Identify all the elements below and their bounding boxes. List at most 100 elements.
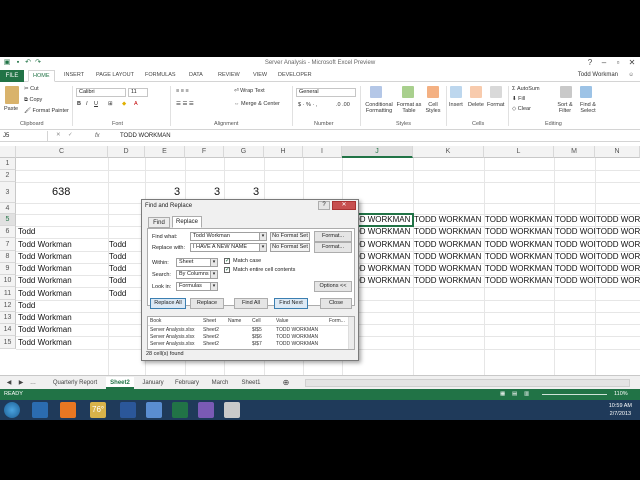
format-painter-button[interactable]: 🖌 Format Painter	[24, 108, 69, 114]
replace-button[interactable]: Replace	[190, 298, 224, 309]
app-icon[interactable]	[146, 402, 162, 418]
prev-sheet-icon[interactable]: ◀	[4, 377, 14, 389]
search-select[interactable]: By Columns ▾	[176, 270, 218, 279]
cell-g3[interactable]: 3	[253, 186, 259, 198]
row-header[interactable]: 8	[0, 251, 16, 263]
cell-d11[interactable]: Todd	[109, 289, 126, 298]
excel-icon[interactable]	[172, 402, 188, 418]
view-page-layout-icon[interactable]: ▤	[512, 391, 517, 397]
results-header[interactable]: Cell	[252, 318, 261, 324]
account-icon[interactable]: ☺	[628, 72, 634, 78]
results-header[interactable]: Sheet	[203, 318, 216, 324]
conditional-formatting-icon[interactable]	[370, 86, 382, 98]
replace-with-dropdown[interactable]: ▾	[259, 243, 267, 252]
results-scrollbar[interactable]	[348, 317, 354, 349]
cell-f3[interactable]: 3	[214, 186, 220, 198]
close-icon[interactable]: ✕	[626, 58, 638, 68]
cell-e3[interactable]: 3	[174, 186, 180, 198]
cell-m7[interactable]: TODD WORKMAN	[555, 240, 595, 249]
confirm-entry-icon[interactable]: ✓	[68, 132, 73, 138]
cell-c3[interactable]: 638	[52, 186, 70, 198]
fill-color-icon[interactable]: ◆	[122, 101, 126, 107]
dialog-close-icon[interactable]: ✕	[332, 201, 356, 210]
zoom-level[interactable]: 110%	[614, 391, 628, 397]
replace-format-button[interactable]: Format...	[314, 242, 352, 253]
cut-button[interactable]: ✂ Cut	[24, 86, 39, 92]
cell-m6[interactable]: TODD WORKMAN	[555, 227, 595, 236]
close-button[interactable]: Close	[320, 298, 352, 309]
cell-d7[interactable]: Todd	[109, 240, 126, 249]
find-select-icon[interactable]	[580, 86, 592, 98]
column-header[interactable]: K	[413, 146, 484, 158]
delete-cells-button[interactable]: Delete	[468, 102, 484, 108]
merge-center-button[interactable]: ⇔ Merge & Center	[234, 101, 280, 107]
column-header[interactable]: C	[16, 146, 108, 158]
font-size-select[interactable]: 11	[128, 88, 148, 97]
accounting-format-icon[interactable]: $ · % · ,	[298, 102, 317, 108]
minimize-icon[interactable]: –	[598, 58, 610, 68]
column-header[interactable]: H	[264, 146, 303, 158]
row-header[interactable]: 11	[0, 287, 16, 300]
format-as-table-button[interactable]: Format as Table	[396, 102, 422, 114]
row-header[interactable]: 4	[0, 203, 16, 214]
sheet-tab-february[interactable]: February	[171, 377, 203, 389]
word-icon[interactable]	[120, 402, 136, 418]
font-color-icon[interactable]: A	[134, 101, 138, 107]
cell-styles-button[interactable]: Cell Styles	[422, 102, 444, 114]
copy-button[interactable]: ⧉ Copy	[24, 97, 42, 104]
number-format-select[interactable]: General	[296, 88, 356, 97]
results-header[interactable]: Value	[276, 318, 288, 324]
result-cell[interactable]: $I$5	[252, 327, 262, 333]
cell-n8[interactable]: TODD WORKMAN	[596, 252, 640, 261]
conditional-formatting-button[interactable]: Conditional Formatting	[362, 102, 396, 114]
column-header[interactable]: G	[224, 146, 264, 158]
insert-cells-icon[interactable]	[450, 86, 462, 98]
wrap-text-button[interactable]: ⏎ Wrap Text	[234, 88, 265, 94]
results-header[interactable]: Book	[150, 318, 161, 324]
row-header[interactable]: 1	[0, 158, 16, 170]
fill-button[interactable]: ⬇ Fill	[512, 96, 525, 102]
result-book[interactable]: Server Analysis.xlsx	[150, 327, 194, 333]
insert-function-icon[interactable]: fx	[95, 131, 100, 141]
tab-developer[interactable]: DEVELOPER	[278, 72, 312, 78]
sheet-tab-sheet2[interactable]: Sheet2	[106, 377, 134, 389]
tab-view[interactable]: VIEW	[253, 72, 267, 78]
cell-k5[interactable]: TODD WORKMAN	[414, 215, 484, 224]
app-icon[interactable]	[224, 402, 240, 418]
tab-data[interactable]: DATA	[189, 72, 203, 78]
result-value[interactable]: TODD WORKMAN	[276, 341, 318, 347]
result-book[interactable]: Server Analysis.xlsx	[150, 334, 194, 340]
column-header[interactable]: L	[484, 146, 554, 158]
within-select[interactable]: Sheet ▾	[176, 258, 218, 267]
find-all-button[interactable]: Find All	[234, 298, 268, 309]
format-as-table-icon[interactable]	[402, 86, 414, 98]
view-page-break-icon[interactable]: ▥	[524, 391, 529, 397]
column-header-selected[interactable]: J	[342, 146, 413, 158]
delete-cells-icon[interactable]	[470, 86, 482, 98]
underline-button[interactable]: U	[94, 101, 98, 107]
column-header[interactable]: D	[108, 146, 145, 158]
cell-k6[interactable]: TODD WORKMAN	[414, 227, 484, 236]
italic-button[interactable]: I	[86, 101, 88, 107]
cell-n9[interactable]: TODD WORKMAN	[596, 264, 640, 273]
format-cells-icon[interactable]	[490, 86, 502, 98]
row-header[interactable]: 14	[0, 324, 16, 336]
cell-k10[interactable]: TODD WORKMAN	[414, 276, 484, 285]
cell-n7[interactable]: TODD WORKMAN	[596, 240, 640, 249]
user-name[interactable]: Todd Workman	[578, 72, 618, 78]
autosum-button[interactable]: Σ AutoSum	[512, 86, 540, 92]
tab-home[interactable]: HOME	[28, 70, 55, 82]
find-next-button[interactable]: Find Next	[274, 298, 308, 309]
replace-with-input[interactable]: I HAVE A NEW NAME	[190, 243, 260, 252]
cell-l10[interactable]: TODD WORKMAN	[485, 276, 554, 285]
results-header[interactable]: Name	[228, 318, 241, 324]
sort-filter-icon[interactable]	[560, 86, 572, 98]
cell-l5[interactable]: TODD WORKMAN	[485, 215, 554, 224]
cell-a7[interactable]: Todd Workman	[18, 240, 72, 249]
name-box[interactable]: J5	[0, 131, 48, 141]
cell-a6[interactable]: Todd	[18, 227, 35, 236]
row-header[interactable]: 10	[0, 275, 16, 287]
result-sheet[interactable]: Sheet2	[203, 341, 219, 347]
align-left-icon[interactable]: ☰ ☰ ☰	[176, 101, 194, 107]
system-clock[interactable]: 10:59 AM 2/7/2013	[609, 402, 632, 418]
